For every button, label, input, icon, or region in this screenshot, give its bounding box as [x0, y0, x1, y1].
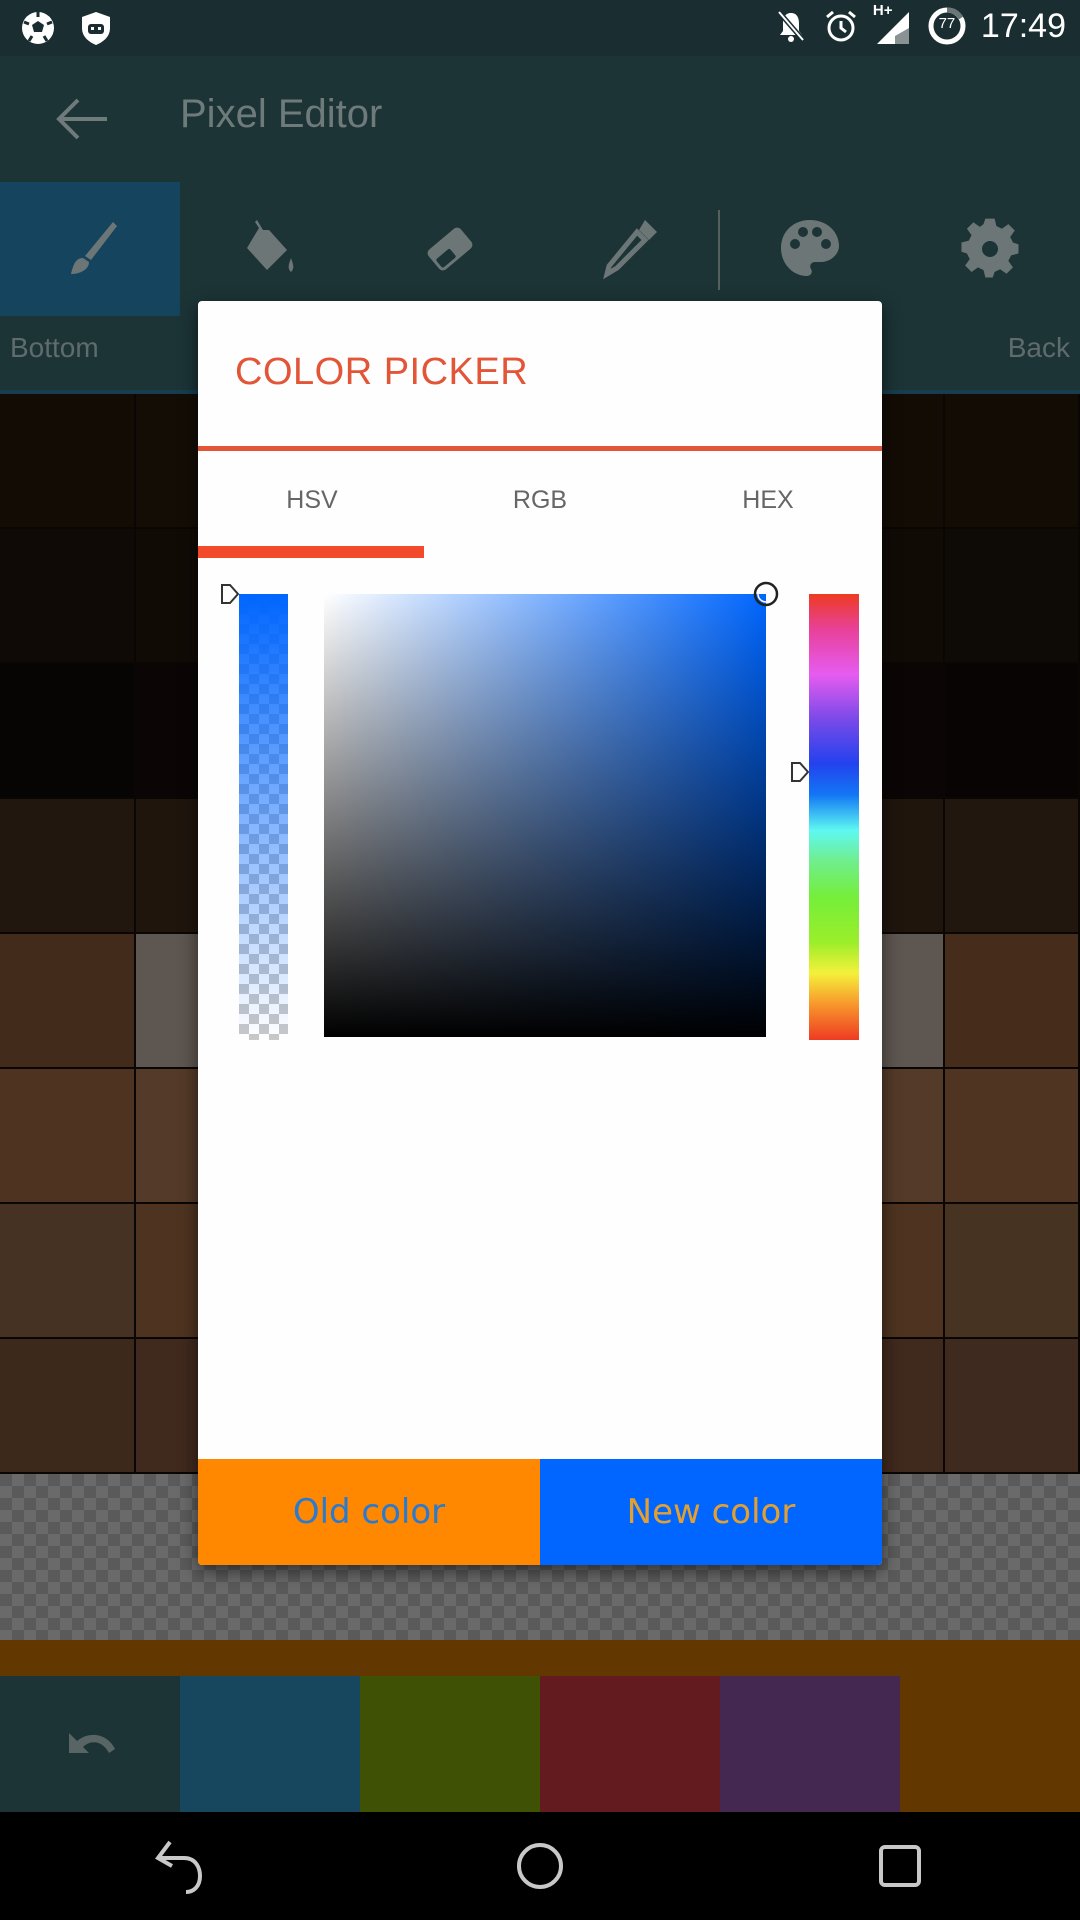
palette-icon — [781, 220, 839, 276]
app-bar: Pixel Editor — [0, 56, 1080, 182]
palette-swatch[interactable] — [540, 1676, 720, 1812]
saturation-value-handle[interactable] — [752, 580, 780, 608]
battery-level: 77 — [938, 15, 956, 32]
tab-hex[interactable]: HEX — [654, 486, 882, 515]
color-picker-dialog: COLOR PICKER HSV RGB HEX Old color New c… — [198, 301, 882, 1565]
pixel-cell[interactable] — [0, 664, 136, 799]
arrow-left-icon[interactable] — [52, 94, 112, 144]
settings-tool-button[interactable] — [900, 182, 1080, 316]
tab-rgb[interactable]: RGB — [426, 486, 654, 515]
eraser-icon — [427, 227, 473, 271]
palette-swatch[interactable] — [360, 1676, 540, 1812]
nav-recents-button[interactable] — [860, 1830, 940, 1902]
current-color-bar — [0, 1640, 1080, 1676]
battery-indicator: 77 — [927, 6, 967, 46]
pixel-cell[interactable] — [945, 529, 1080, 664]
undo-button[interactable] — [0, 1676, 180, 1812]
new-color-button[interactable]: New color — [540, 1459, 882, 1565]
nav-recents-icon — [879, 1845, 921, 1887]
brush-tool-button[interactable] — [0, 182, 180, 316]
palette-swatch[interactable] — [180, 1676, 360, 1812]
color-palette — [0, 1676, 1080, 1812]
pixel-cell[interactable] — [0, 394, 136, 529]
clock: 17:49 — [980, 6, 1066, 45]
status-bar: H+ 77 17:49 — [0, 0, 1080, 56]
pixel-cell[interactable] — [945, 1339, 1080, 1474]
alpha-slider-handle[interactable] — [220, 583, 240, 605]
saturation-value-panel[interactable] — [324, 594, 766, 1037]
nav-home-icon — [517, 1843, 563, 1889]
pixel-cell[interactable] — [0, 799, 136, 934]
hue-slider[interactable] — [809, 594, 859, 1040]
hue-slider-handle[interactable] — [790, 761, 810, 783]
pixel-cell[interactable] — [0, 934, 136, 1069]
eyedropper-tool-button[interactable] — [540, 182, 720, 316]
signal-indicator: H+ — [873, 2, 913, 46]
bottom-label[interactable]: Bottom — [10, 332, 99, 364]
pixel-cell[interactable] — [0, 529, 136, 664]
signal-hplus-icon — [876, 12, 909, 44]
cyanogen-shield-icon — [82, 12, 110, 45]
tab-hsv[interactable]: HSV — [198, 486, 426, 515]
nav-back-button[interactable] — [140, 1830, 220, 1902]
pixel-cell[interactable] — [945, 799, 1080, 934]
page-title: Pixel Editor — [180, 92, 383, 136]
gear-icon — [961, 218, 1019, 278]
pixel-cell[interactable] — [945, 664, 1080, 799]
alarm-icon — [825, 10, 856, 42]
dialog-title-divider — [198, 446, 882, 451]
notifications-muted-icon — [777, 10, 805, 42]
back-label[interactable]: Back — [1008, 332, 1070, 364]
pixel-cell[interactable] — [0, 1339, 136, 1474]
eraser-tool-button[interactable] — [360, 182, 540, 316]
pixel-cell[interactable] — [0, 1204, 136, 1339]
old-color-button[interactable]: Old color — [198, 1459, 540, 1565]
dialog-title: COLOR PICKER — [235, 351, 529, 393]
navigation-bar — [0, 1812, 1080, 1920]
palette-swatch[interactable] — [720, 1676, 900, 1812]
pixel-cell[interactable] — [945, 394, 1080, 529]
brush-icon — [71, 222, 117, 274]
nav-home-button[interactable] — [500, 1830, 580, 1902]
undo-icon — [69, 1733, 115, 1753]
pixel-cell[interactable] — [945, 1204, 1080, 1339]
fill-tool-button[interactable] — [180, 182, 360, 316]
pixel-cell[interactable] — [0, 1069, 136, 1204]
soccer-ball-icon — [22, 12, 54, 44]
nav-back-icon — [155, 1840, 203, 1894]
alpha-gradient — [239, 594, 288, 1040]
eyedropper-icon — [603, 220, 657, 280]
paint-bucket-icon — [247, 220, 294, 272]
active-tab-indicator — [198, 546, 424, 558]
palette-tool-button[interactable] — [720, 182, 900, 316]
alpha-slider[interactable] — [239, 594, 288, 1040]
pixel-cell[interactable] — [945, 1069, 1080, 1204]
pixel-cell[interactable] — [945, 934, 1080, 1069]
